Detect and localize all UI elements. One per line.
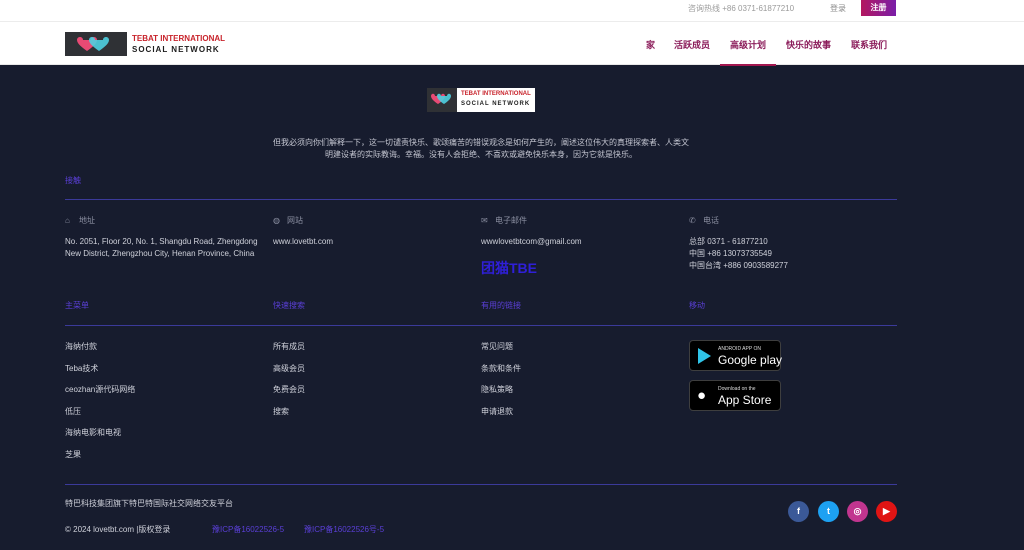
phone-line-3: 中国台湾 +886 0903589277 (689, 261, 788, 270)
app-store-small-text: Download on the (718, 386, 756, 392)
youtube-icon[interactable]: ▶ (876, 501, 897, 522)
envelope-icon: ✉ (481, 216, 488, 225)
app-store-label: App Store (718, 393, 772, 407)
quick-search-item[interactable]: 高级会员 (273, 363, 305, 374)
divider (65, 199, 897, 200)
phone-heading: ✆ 电话 (689, 215, 719, 226)
quick-search-item[interactable]: 免费会员 (273, 384, 305, 395)
logo-mark (65, 32, 127, 56)
email-link[interactable]: wwwlovetbtcom@gmail.com (481, 236, 582, 248)
phone-text: 总部 0371 - 61877210 中国 +86 13073735549 中国… (689, 236, 788, 272)
footer-logo[interactable]: TEBAT INTERNATIONAL SOCIAL NETWORK (427, 88, 535, 112)
address-line-2: New District, Zhengzhou City, Henan Prov… (65, 249, 255, 258)
website-heading: ◍ 网站 (273, 215, 303, 226)
useful-link-item[interactable]: 常见问题 (481, 341, 513, 352)
home-icon: ⌂ (65, 216, 70, 225)
main-menu-item[interactable]: 海纳付款 (65, 341, 97, 352)
email-heading-label: 电子邮件 (495, 216, 527, 225)
facebook-icon[interactable]: f (788, 501, 809, 522)
play-icon (698, 348, 711, 364)
footer-logo-line-1: TEBAT INTERNATIONAL (461, 91, 531, 97)
main-menu-item[interactable]: 低压 (65, 406, 81, 417)
google-play-badge[interactable]: ANDROID APP ON Google play (689, 340, 783, 371)
google-play-label: Google play (718, 353, 783, 367)
site-header: TEBAT INTERNATIONAL SOCIAL NETWORK 家 活跃成… (0, 22, 1024, 66)
company-text: 特巴科技集团旗下特巴特国际社交网络交友平台 (65, 499, 233, 508)
phone-line-1: 总部 0371 - 61877210 (689, 237, 768, 246)
quick-search-heading: 快速搜索 (273, 301, 305, 310)
main-menu-heading: 主菜单 (65, 301, 89, 310)
google-play-small-text: ANDROID APP ON (718, 346, 761, 352)
contact-link[interactable]: 接触 (65, 175, 81, 186)
login-link[interactable]: 登录 (830, 3, 846, 14)
address-text: No. 2051, Floor 20, No. 1, Shangdu Road,… (65, 236, 258, 260)
instagram-icon[interactable]: ◎ (847, 501, 868, 522)
apple-icon: ● (697, 387, 707, 404)
divider (65, 325, 897, 326)
email-heading: ✉ 电子邮件 (481, 215, 527, 226)
nav-premium-plans[interactable]: 高级计划 (719, 38, 777, 66)
twitter-icon[interactable]: t (818, 501, 839, 522)
useful-link-item[interactable]: 隐私策略 (481, 384, 513, 395)
phone-line-2: 中国 +86 13073735549 (689, 249, 772, 258)
hearts-icon (65, 32, 127, 56)
useful-link-item[interactable]: 条款和条件 (481, 363, 521, 374)
site-logo[interactable]: TEBAT INTERNATIONAL SOCIAL NETWORK (65, 32, 261, 56)
nav-active-members[interactable]: 活跃成员 (674, 38, 710, 51)
nav-happy-stories[interactable]: 快乐的故事 (786, 38, 831, 51)
address-line-1: No. 2051, Floor 20, No. 1, Shangdu Road,… (65, 237, 258, 246)
about-text: 但我必须向你们解释一下，这一切谴责快乐、歌颂痛苦的错误观念是如何产生的，阐述这位… (273, 138, 689, 159)
quick-search-item[interactable]: 搜索 (273, 406, 289, 417)
main-menu-item[interactable]: 芝果 (65, 449, 81, 460)
register-button[interactable]: 注册 (861, 0, 896, 16)
copyright-text: © 2024 lovetbt.com |版权登录 (65, 525, 171, 534)
icp-link-2[interactable]: 豫ICP备16022526号-5 (304, 524, 384, 535)
hearts-icon (427, 88, 457, 112)
website-link[interactable]: www.lovetbt.com (273, 236, 333, 248)
phone-icon: ✆ (689, 216, 696, 225)
quick-search-item[interactable]: 所有成员 (273, 341, 305, 352)
mobile-heading: 移动 (689, 301, 705, 310)
app-store-badge[interactable]: ● Download on the App Store (689, 380, 781, 411)
website-heading-label: 网站 (287, 216, 303, 225)
address-heading-label: 地址 (79, 216, 95, 225)
footer-logo-line-2: SOCIAL NETWORK (461, 101, 531, 107)
logo-line-2: SOCIAL NETWORK (132, 45, 220, 54)
divider (65, 484, 897, 485)
footer-logo-mark (427, 88, 457, 112)
useful-link-item[interactable]: 申请退款 (481, 406, 513, 417)
phone-heading-label: 电话 (703, 216, 719, 225)
main-menu-item[interactable]: ceozhan源代码网络 (65, 384, 135, 395)
nav-home[interactable]: 家 (646, 38, 655, 51)
top-bar: 咨询热线 +86 0371-61877210 登录 注册 (0, 0, 1024, 22)
main-menu-item[interactable]: 海纳电影和电视 (65, 427, 121, 438)
hotline-text: 咨询热线 +86 0371-61877210 (688, 4, 795, 13)
address-heading: ⌂ 地址 (65, 215, 95, 226)
useful-links-heading: 有用的链接 (481, 301, 521, 310)
nav-contact-us[interactable]: 联系我们 (851, 38, 887, 51)
globe-icon: ◍ (273, 216, 280, 225)
icp-link-1[interactable]: 豫ICP备16022526-5 (212, 524, 284, 535)
logo-line-1: TEBAT INTERNATIONAL (132, 34, 226, 43)
main-menu-item[interactable]: Teba技术 (65, 363, 98, 374)
brand-link[interactable]: 团猫TBE (481, 258, 537, 278)
